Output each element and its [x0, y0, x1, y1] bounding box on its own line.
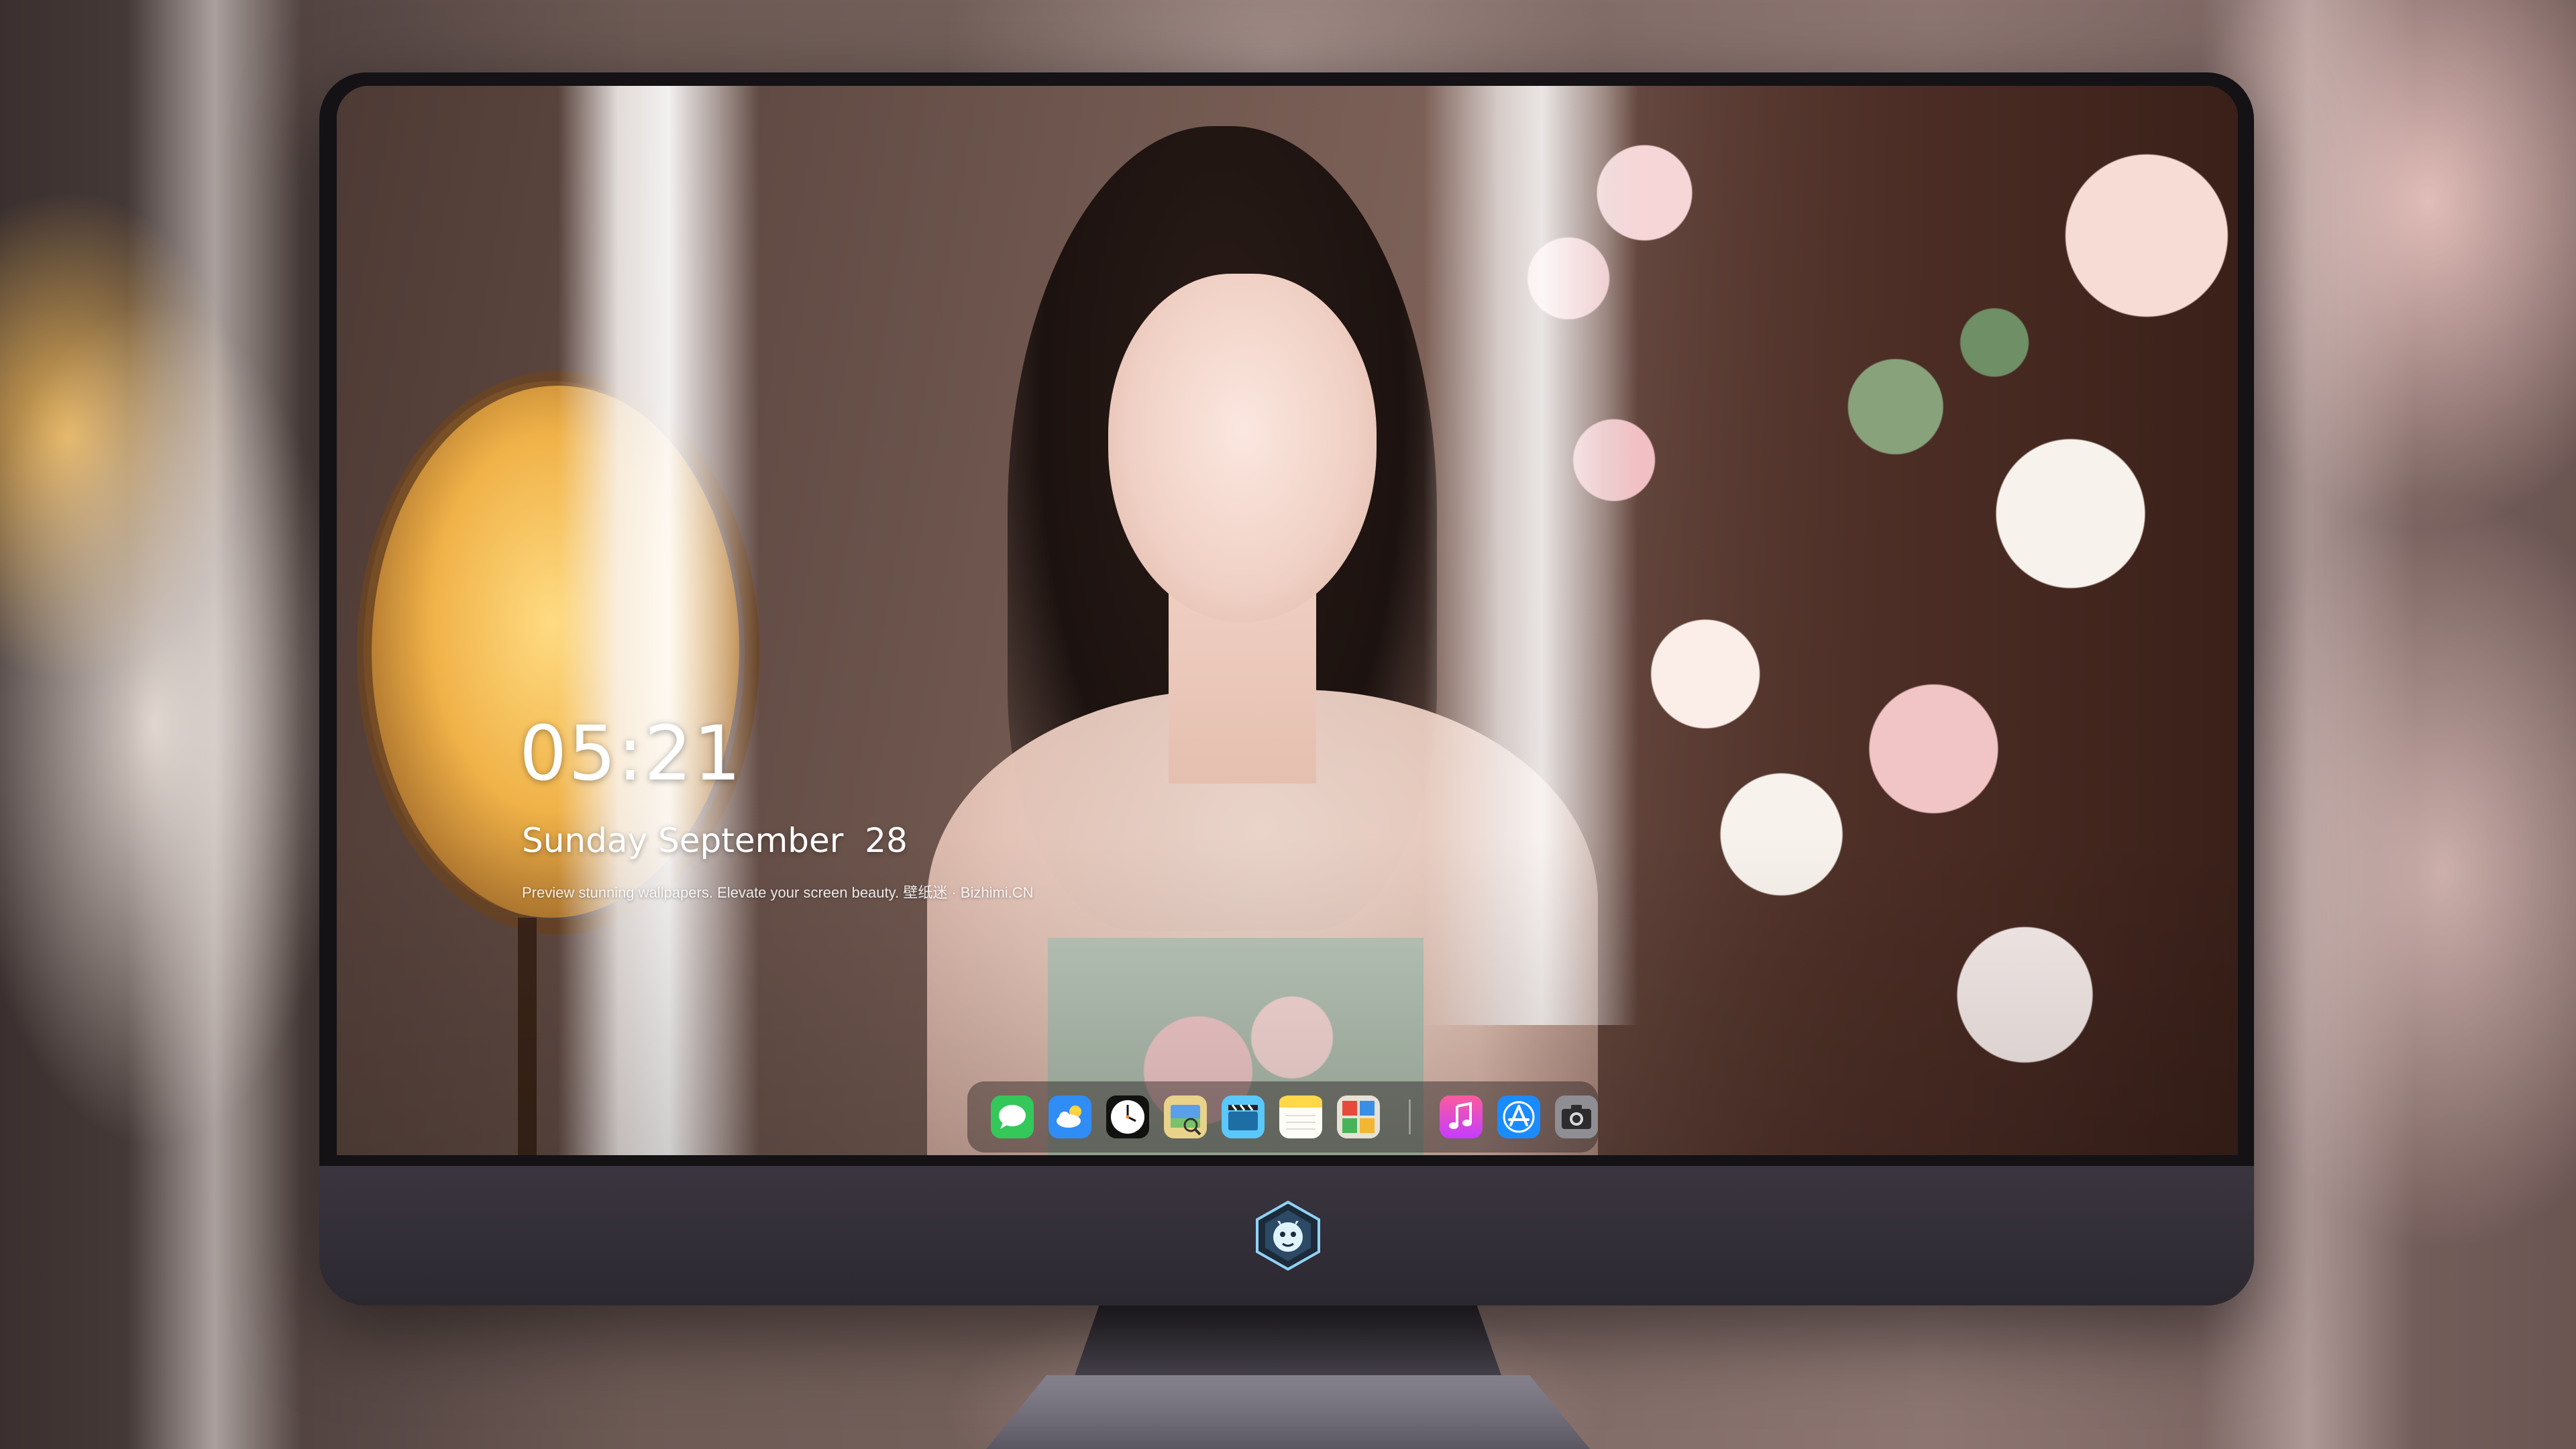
dock-app-music[interactable] [1440, 1095, 1483, 1138]
messages-icon [991, 1095, 1034, 1138]
camera-icon [1555, 1095, 1598, 1138]
monitor-stand-neck [1073, 1305, 1503, 1379]
dock-app-messages[interactable] [991, 1095, 1034, 1138]
dock-app-clock[interactable] [1106, 1095, 1149, 1138]
dragon-logo-icon [1253, 1201, 1323, 1271]
dock [967, 1081, 1598, 1152]
monitor-stand-base [986, 1375, 1590, 1449]
dock-app-photo-booth[interactable] [1337, 1095, 1380, 1138]
lock-screen-time: 05:21 [519, 710, 743, 798]
wallpaper-tagline: Preview stunning wallpapers. Elevate you… [522, 884, 1034, 901]
weather-icon [1049, 1095, 1091, 1138]
notes-icon [1279, 1095, 1322, 1138]
blurred-curtain-left [127, 0, 302, 1449]
dock-app-preview[interactable] [1164, 1095, 1207, 1138]
dock-app-notes[interactable] [1279, 1095, 1322, 1138]
dock-app-weather[interactable] [1049, 1095, 1091, 1138]
desktop-screen: 05:21 Sunday September 28 Preview stunni… [337, 86, 2238, 1155]
wallpaper [337, 86, 2238, 1155]
photo-booth-icon [1337, 1095, 1380, 1138]
lock-screen-date: Sunday September 28 [522, 821, 908, 860]
dock-app-clips[interactable] [1222, 1095, 1265, 1138]
dock-app-camera[interactable] [1555, 1095, 1598, 1138]
dock-app-app-store[interactable] [1497, 1095, 1540, 1138]
clock-icon [1106, 1095, 1149, 1138]
preview-icon [1164, 1095, 1207, 1138]
dock-separator [1409, 1099, 1411, 1134]
clips-icon [1222, 1095, 1265, 1138]
app-store-icon [1497, 1095, 1540, 1138]
music-icon [1440, 1095, 1483, 1138]
